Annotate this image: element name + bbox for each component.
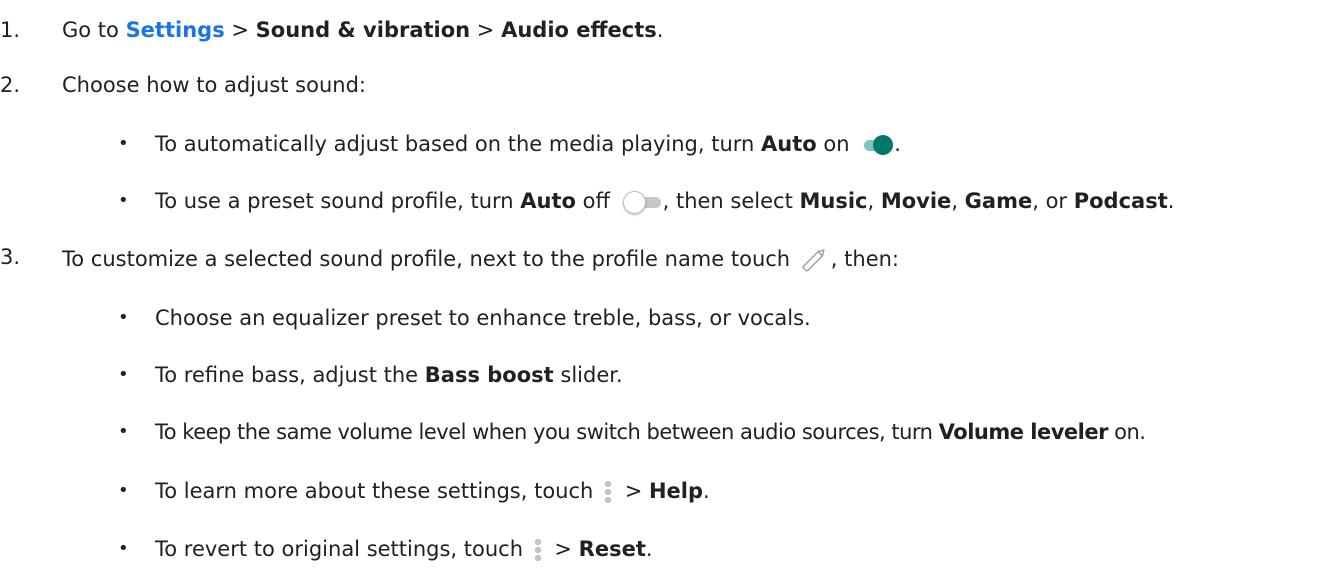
period: . <box>645 537 653 561</box>
more-vert-icon <box>602 478 614 506</box>
period: . <box>1167 189 1175 213</box>
pencil-icon <box>799 247 829 273</box>
bass-boost-label: Bass boost <box>424 363 554 387</box>
bullet-text: To learn more about these settings, touc… <box>155 477 710 506</box>
period: . <box>703 479 710 503</box>
bullet-text: To revert to original settings, touch > … <box>155 535 653 564</box>
separator: > <box>470 18 502 42</box>
separator: > <box>547 537 579 561</box>
bullet-text-part: slider. <box>553 363 623 387</box>
step-2-text: Choose how to adjust sound: <box>62 73 366 97</box>
separator: > <box>618 479 649 503</box>
toggle-off-icon <box>622 190 661 214</box>
music-label: Music <box>799 189 868 213</box>
bullet-text-part: on <box>816 132 857 156</box>
bullet: • <box>118 538 129 559</box>
bullet: • <box>118 307 129 328</box>
step-1-go-to: Go to <box>62 18 126 42</box>
bullet-text-part: To use a preset sound profile, turn <box>155 189 521 213</box>
bullet-text: To use a preset sound profile, turn Auto… <box>155 187 1174 215</box>
bullet-text-part: on. <box>1107 420 1146 444</box>
bullet: • <box>118 133 129 154</box>
bullet: • <box>118 421 129 442</box>
sound-vibration-label: Sound & vibration <box>255 18 471 42</box>
bullet: • <box>118 190 129 211</box>
bullet: • <box>118 480 129 501</box>
bullet-text-part: To learn more about these settings, touc… <box>155 479 601 503</box>
page: { "step1": { "num": "1.", "go_to": "Go t… <box>0 0 1333 583</box>
bullet-text-part: To refine bass, adjust the <box>155 363 425 387</box>
step-1-text: Go to Settings > Sound & vibration > Aud… <box>62 16 663 44</box>
toggle-on-icon <box>862 134 894 156</box>
auto-label: Auto <box>761 132 817 156</box>
auto-label: Auto <box>520 189 576 213</box>
bullet-text-part: , or <box>1032 189 1074 213</box>
podcast-label: Podcast <box>1073 189 1168 213</box>
more-vert-icon <box>532 536 544 564</box>
audio-effects-label: Audio effects <box>501 18 657 42</box>
bullet-text: Choose an equalizer preset to enhance tr… <box>155 306 811 330</box>
step-number: 2. <box>0 73 21 97</box>
settings-link[interactable]: Settings <box>126 18 225 42</box>
step-3-text: To customize a selected sound profile, n… <box>62 245 899 273</box>
bullet-text-part: To keep the same volume level when you s… <box>155 420 939 444</box>
bullet-text-part: , <box>951 189 965 213</box>
period: . <box>656 18 664 42</box>
step-number: 1. <box>0 18 21 42</box>
bullet-text: To automatically adjust based on the med… <box>155 130 901 158</box>
bullet-text-part: To revert to original settings, touch <box>155 537 530 561</box>
step-3-text-part: To customize a selected sound profile, n… <box>62 247 797 271</box>
bullet-text: To keep the same volume level when you s… <box>155 418 1146 446</box>
volume-leveler-label: Volume leveler <box>938 420 1109 444</box>
bullet: • <box>118 364 129 385</box>
bullet-text: To refine bass, adjust the Bass boost sl… <box>155 361 623 389</box>
period: . <box>894 132 901 156</box>
bullet-text-part: , then select <box>662 189 800 213</box>
step-3-text-part: , then: <box>830 247 899 271</box>
bullet-text-part: off <box>575 189 617 213</box>
game-label: Game <box>964 189 1033 213</box>
help-label: Help <box>648 479 704 503</box>
bullet-text-part: , <box>867 189 881 213</box>
bullet-text-part: To automatically adjust based on the med… <box>155 132 762 156</box>
separator: > <box>224 18 256 42</box>
step-number: 3. <box>0 245 21 269</box>
reset-label: Reset <box>578 537 646 561</box>
movie-label: Movie <box>880 189 952 213</box>
